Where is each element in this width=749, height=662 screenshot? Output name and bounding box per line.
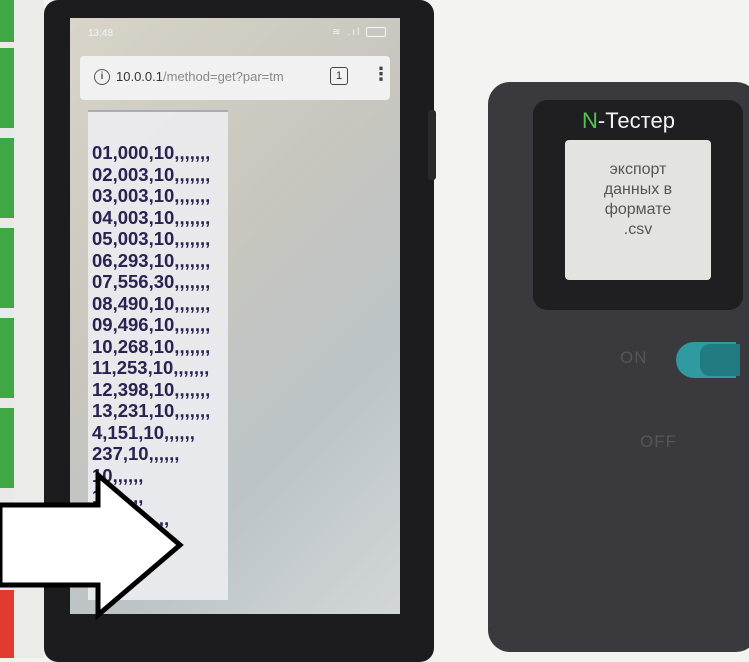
status-icons: ≋ .ıl	[332, 27, 386, 38]
info-icon[interactable]: i	[94, 69, 110, 85]
phone-side-button	[428, 110, 436, 180]
csv-line: 11,253,10,,,,,,,	[92, 357, 210, 378]
url-path: /method=get?par=tm	[163, 69, 284, 84]
battery-icon	[366, 27, 386, 38]
green-block	[0, 318, 14, 398]
right-arrow-icon	[0, 470, 184, 620]
brand-prefix: N	[582, 108, 598, 133]
green-block	[0, 228, 14, 308]
display-line: .csv	[623, 221, 653, 238]
browser-menu-icon[interactable]: ⋮	[372, 64, 390, 85]
csv-line: 06,293,10,,,,,,,	[92, 249, 211, 271]
csv-line: 01,000,10,,,,,,,	[92, 142, 211, 163]
csv-line: 08,490,10,,,,,,,	[92, 292, 211, 314]
status-time: 13:48	[88, 28, 114, 39]
csv-line: 02,003,10,,,,,,,	[92, 163, 211, 185]
tabs-count-icon[interactable]: 1	[330, 67, 348, 85]
device-brand: N-Тестер	[582, 108, 675, 134]
green-block	[0, 0, 14, 42]
csv-line: 05,003,10,,,,,,,	[92, 228, 211, 249]
csv-line: 03,003,10,,,,,,,	[92, 185, 211, 206]
browser-address-bar[interactable]: i 10.0.0.1/method=get?par=tm 1 ⋮	[80, 56, 390, 100]
on-label: ON	[620, 348, 648, 367]
display-line: формате	[604, 201, 672, 218]
off-label: OFF	[640, 432, 677, 451]
csv-line: 10,268,10,,,,,,,	[92, 335, 211, 357]
csv-line: 13,231,10,,,,,,,	[92, 400, 211, 421]
power-switch-shade	[700, 344, 740, 376]
csv-line: 09,496,10,,,,,,,	[92, 314, 211, 335]
page-top-rule	[88, 110, 228, 112]
brand-rest: -Тестер	[597, 108, 675, 133]
csv-line: 07,556,30,,,,,,,	[92, 271, 211, 292]
url-host: 10.0.0.1	[116, 69, 163, 84]
green-block	[0, 48, 14, 128]
csv-line: 4,151,10,,,,,,	[92, 421, 195, 443]
url-text[interactable]: 10.0.0.1/method=get?par=tm	[116, 69, 316, 84]
csv-line: 12,398,10,,,,,,,	[92, 378, 211, 400]
device-eink-display: экспорт данных в формате .csv	[565, 140, 711, 280]
csv-line: 04,003,10,,,,,,,	[92, 206, 211, 228]
display-line: данных в	[603, 181, 673, 198]
green-block	[0, 138, 14, 218]
csv-line: 237,10,,,,,,	[92, 443, 180, 464]
wifi-icon: ≋	[332, 27, 343, 38]
display-line: экспорт	[609, 161, 667, 178]
signal-icon: .ıl	[347, 27, 362, 38]
status-bar: 13:48 ≋ .ıl	[70, 18, 400, 48]
